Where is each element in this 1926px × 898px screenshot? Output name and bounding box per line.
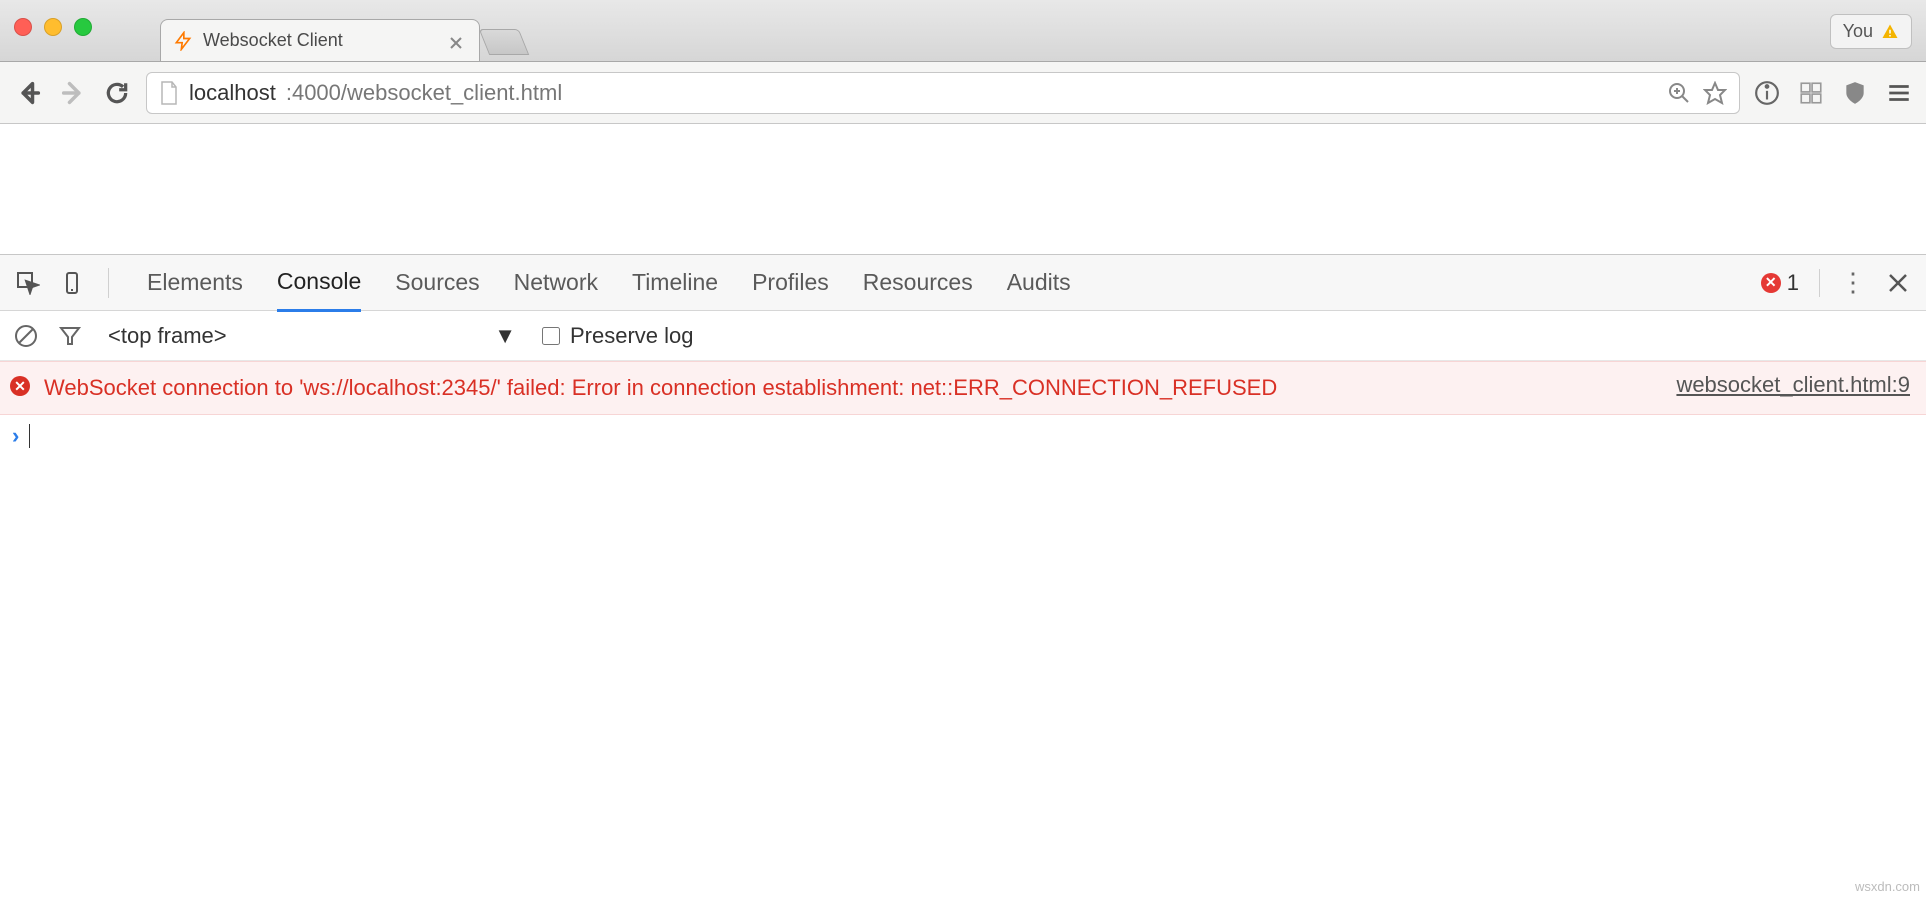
close-icon[interactable] [449,34,463,48]
extension-icons [1754,80,1912,106]
prompt-icon: › [12,423,19,449]
console-message-error[interactable]: ✕ WebSocket connection to 'ws://localhos… [0,361,1926,415]
tab-audits[interactable]: Audits [1007,255,1071,310]
chevron-down-icon: ▼ [494,323,516,349]
browser-toolbar: localhost :4000/websocket_client.html [0,62,1926,124]
error-icon: ✕ [10,376,30,396]
tab-resources[interactable]: Resources [863,255,973,310]
tab-timeline[interactable]: Timeline [632,255,718,310]
url-path: :4000/websocket_client.html [286,80,562,106]
browser-tab[interactable]: Websocket Client [160,19,480,61]
address-bar[interactable]: localhost :4000/websocket_client.html [146,72,1740,114]
devtools-panel: Elements Console Sources Network Timelin… [0,254,1926,457]
extension-icon[interactable] [1798,80,1824,106]
close-icon[interactable] [1886,271,1910,295]
profile-button[interactable]: You [1830,14,1912,49]
tab-sources[interactable]: Sources [395,255,479,310]
info-icon[interactable] [1754,80,1780,106]
console-toolbar: <top frame> ▼ Preserve log [0,311,1926,361]
url-host: localhost [189,80,276,106]
inspect-icon[interactable] [16,271,40,295]
console-input[interactable]: › [0,415,1926,457]
window-minimize-button[interactable] [44,18,62,36]
text-cursor [29,424,30,448]
console-message-text: WebSocket connection to 'ws://localhost:… [44,372,1632,404]
window-close-button[interactable] [14,18,32,36]
watermark: wsxdn.com [1855,879,1920,894]
divider [1819,269,1820,297]
forward-button[interactable] [58,78,88,108]
error-count: 1 [1787,270,1799,296]
tab-strip: Websocket Client [160,0,524,61]
console-message-source[interactable]: websocket_client.html:9 [1676,372,1910,398]
filter-icon[interactable] [58,324,82,348]
back-button[interactable] [14,78,44,108]
divider [108,268,109,298]
omnibox-right-icons [1667,81,1727,105]
frame-selector-value: <top frame> [108,323,227,349]
preserve-log-label: Preserve log [570,323,694,349]
profile-label: You [1843,21,1873,42]
bookmark-star-icon[interactable] [1703,81,1727,105]
tab-elements[interactable]: Elements [147,255,243,310]
tab-title: Websocket Client [203,30,343,51]
error-icon: ✕ [1761,273,1781,293]
tab-console[interactable]: Console [277,254,361,312]
preserve-log-toggle[interactable]: Preserve log [542,323,694,349]
new-tab-button[interactable] [479,29,530,55]
clear-console-icon[interactable] [14,324,38,348]
devtools-tab-bar: Elements Console Sources Network Timelin… [0,255,1926,311]
zoom-icon[interactable] [1667,81,1691,105]
page-content [0,124,1926,254]
window-maximize-button[interactable] [74,18,92,36]
shield-icon[interactable] [1842,80,1868,106]
device-icon[interactable] [60,271,84,295]
reload-button[interactable] [102,78,132,108]
tab-profiles[interactable]: Profiles [752,255,829,310]
menu-icon[interactable] [1886,80,1912,106]
console-output: ✕ WebSocket connection to 'ws://localhos… [0,361,1926,457]
browser-titlebar: Websocket Client You [0,0,1926,62]
devtools-menu-icon[interactable]: ⋮ [1840,267,1866,298]
lightning-icon [173,31,193,51]
tab-network[interactable]: Network [514,255,598,310]
error-count-badge[interactable]: ✕ 1 [1761,270,1799,296]
window-controls [14,18,92,36]
preserve-log-checkbox[interactable] [542,327,560,345]
frame-selector[interactable]: <top frame> ▼ [102,323,522,349]
warning-icon [1881,23,1899,41]
page-icon [159,81,179,105]
